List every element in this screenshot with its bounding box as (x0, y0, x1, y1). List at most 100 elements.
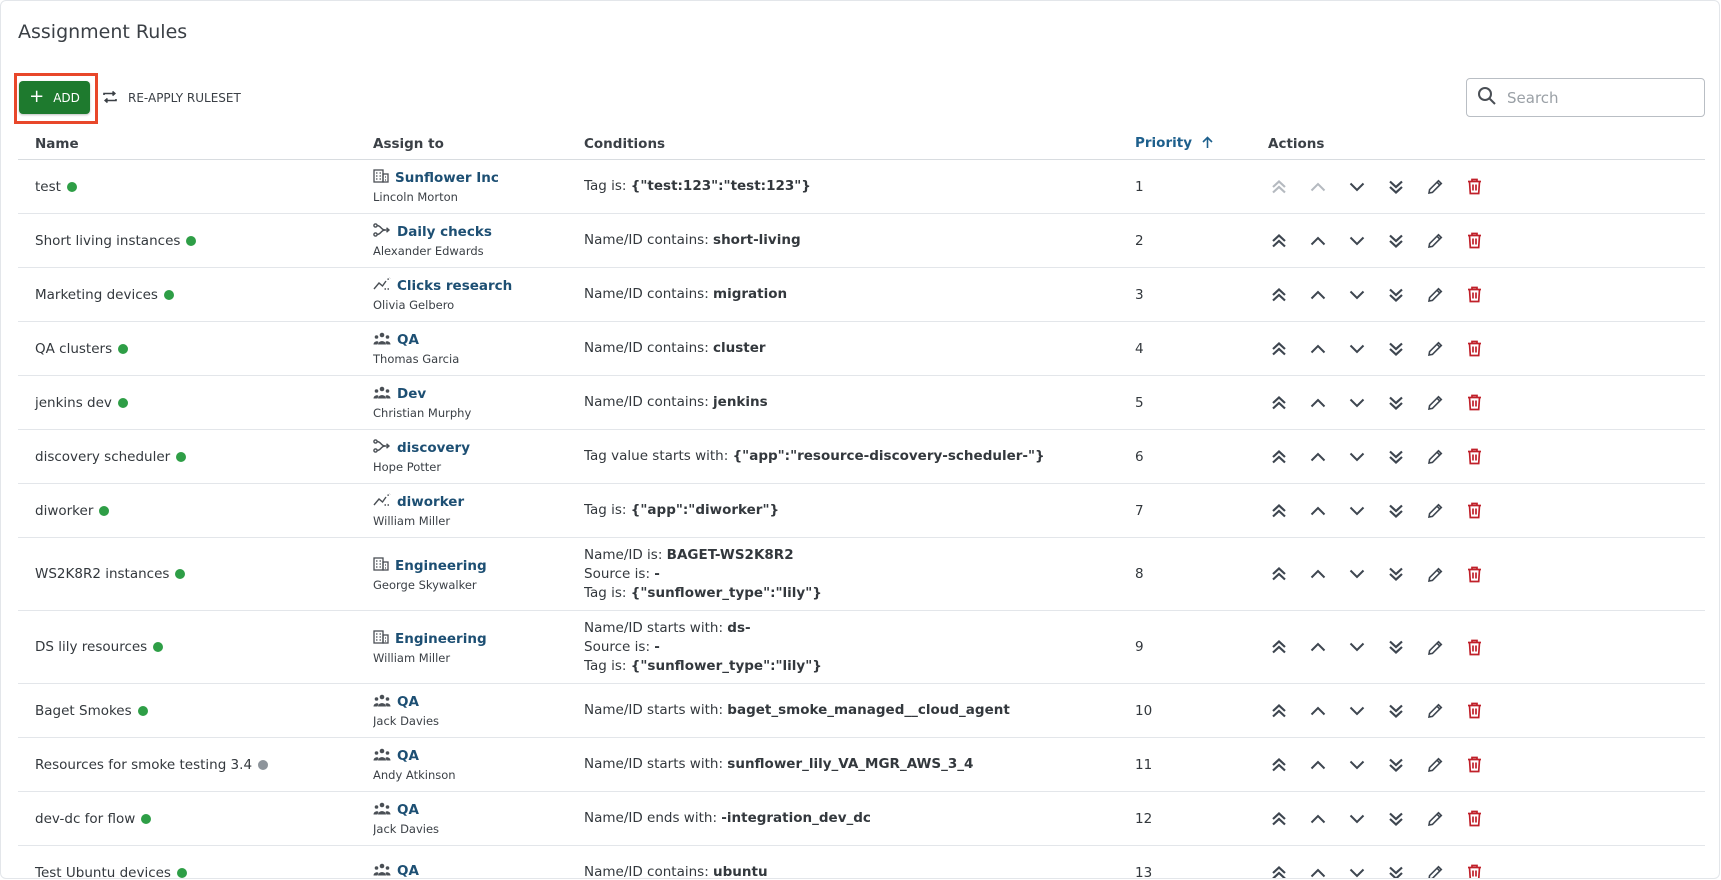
move-down-button[interactable] (1346, 176, 1368, 198)
delete-rule-button[interactable] (1463, 230, 1485, 252)
pool-link[interactable]: QA (397, 748, 419, 764)
move-to-bottom-button[interactable] (1385, 754, 1407, 776)
move-to-top-button[interactable] (1268, 563, 1290, 585)
edit-rule-button[interactable] (1424, 284, 1446, 306)
move-up-button[interactable] (1307, 500, 1329, 522)
trash-icon (1467, 448, 1482, 465)
edit-rule-button[interactable] (1424, 500, 1446, 522)
edit-rule-button[interactable] (1424, 700, 1446, 722)
delete-rule-button[interactable] (1463, 338, 1485, 360)
edit-rule-button[interactable] (1424, 808, 1446, 830)
move-to-bottom-button[interactable] (1385, 446, 1407, 468)
delete-rule-button[interactable] (1463, 700, 1485, 722)
delete-rule-button[interactable] (1463, 808, 1485, 830)
delete-rule-button[interactable] (1463, 636, 1485, 658)
move-up-button[interactable] (1307, 808, 1329, 830)
pool-link[interactable]: Clicks research (397, 278, 512, 294)
delete-rule-button[interactable] (1463, 176, 1485, 198)
move-down-button[interactable] (1346, 338, 1368, 360)
move-to-bottom-button[interactable] (1385, 338, 1407, 360)
move-to-top-button[interactable] (1268, 808, 1290, 830)
move-to-bottom-button[interactable] (1385, 392, 1407, 414)
delete-rule-button[interactable] (1463, 446, 1485, 468)
reapply-ruleset-button[interactable]: RE-APPLY RULESET (102, 87, 241, 109)
owner-name: William Miller (373, 650, 451, 665)
edit-rule-button[interactable] (1424, 392, 1446, 414)
move-down-button[interactable] (1346, 392, 1368, 414)
pool-link[interactable]: QA (397, 863, 419, 878)
move-down-button[interactable] (1346, 284, 1368, 306)
pool-link[interactable]: Dev (397, 386, 426, 402)
pool-link[interactable]: QA (397, 332, 419, 348)
move-up-button[interactable] (1307, 700, 1329, 722)
pool-link[interactable]: discovery (397, 440, 470, 456)
move-to-bottom-button[interactable] (1385, 500, 1407, 522)
edit-rule-button[interactable] (1424, 230, 1446, 252)
add-button[interactable]: + ADD (19, 81, 90, 114)
column-header-priority[interactable]: Priority (1135, 128, 1268, 160)
delete-rule-button[interactable] (1463, 754, 1485, 776)
pool-link[interactable]: QA (397, 694, 419, 710)
delete-rule-button[interactable] (1463, 563, 1485, 585)
move-down-button[interactable] (1346, 808, 1368, 830)
delete-rule-button[interactable] (1463, 284, 1485, 306)
move-down-button[interactable] (1346, 862, 1368, 879)
move-to-top-button[interactable] (1268, 284, 1290, 306)
move-to-top-button[interactable] (1268, 392, 1290, 414)
move-to-top-button[interactable] (1268, 754, 1290, 776)
move-to-bottom-button[interactable] (1385, 563, 1407, 585)
move-to-top-button[interactable] (1268, 500, 1290, 522)
move-to-bottom-button[interactable] (1385, 230, 1407, 252)
edit-rule-button[interactable] (1424, 446, 1446, 468)
move-up-button[interactable] (1307, 563, 1329, 585)
move-to-top-button[interactable] (1268, 862, 1290, 878)
move-up-button[interactable] (1307, 284, 1329, 306)
move-up-button[interactable] (1307, 392, 1329, 414)
assign-to-cell: QA Jack Davies (373, 791, 584, 846)
move-down-button[interactable] (1346, 754, 1368, 776)
move-to-top-button[interactable] (1268, 230, 1290, 252)
move-up-button[interactable] (1307, 862, 1329, 879)
move-to-bottom-button[interactable] (1385, 808, 1407, 830)
move-to-bottom-button[interactable] (1385, 700, 1407, 722)
move-down-button[interactable] (1346, 563, 1368, 585)
pool-link[interactable]: diworker (397, 494, 464, 510)
edit-rule-button[interactable] (1424, 563, 1446, 585)
move-to-top-button[interactable] (1268, 338, 1290, 360)
column-header-name[interactable]: Name (18, 128, 373, 160)
chevron-down-icon (1349, 449, 1365, 465)
edit-rule-button[interactable] (1424, 754, 1446, 776)
move-to-top-button[interactable] (1268, 446, 1290, 468)
move-to-bottom-button[interactable] (1385, 176, 1407, 198)
pool-link[interactable]: Daily checks (397, 224, 492, 240)
column-header-assign-to[interactable]: Assign to (373, 128, 584, 160)
pool-link[interactable]: Engineering (395, 631, 487, 647)
move-up-button[interactable] (1307, 754, 1329, 776)
move-up-button[interactable] (1307, 636, 1329, 658)
move-down-button[interactable] (1346, 636, 1368, 658)
move-to-top-button[interactable] (1268, 700, 1290, 722)
edit-rule-button[interactable] (1424, 338, 1446, 360)
move-down-button[interactable] (1346, 700, 1368, 722)
pool-link[interactable]: Engineering (395, 558, 487, 574)
delete-rule-button[interactable] (1463, 392, 1485, 414)
pool-link[interactable]: QA (397, 802, 419, 818)
move-up-button[interactable] (1307, 230, 1329, 252)
delete-rule-button[interactable] (1463, 862, 1485, 878)
move-down-button[interactable] (1346, 446, 1368, 468)
delete-rule-button[interactable] (1463, 500, 1485, 522)
pool-link[interactable]: Sunflower Inc (395, 170, 499, 186)
search-input[interactable] (1505, 87, 1689, 108)
move-down-button[interactable] (1346, 500, 1368, 522)
move-to-top-button[interactable] (1268, 636, 1290, 658)
edit-rule-button[interactable] (1424, 862, 1446, 878)
edit-rule-button[interactable] (1424, 636, 1446, 658)
move-to-bottom-button[interactable] (1385, 636, 1407, 658)
move-up-button[interactable] (1307, 446, 1329, 468)
move-to-bottom-button[interactable] (1385, 862, 1407, 878)
search-box[interactable] (1466, 78, 1705, 117)
edit-rule-button[interactable] (1424, 176, 1446, 198)
move-to-bottom-button[interactable] (1385, 284, 1407, 306)
move-down-button[interactable] (1346, 230, 1368, 252)
move-up-button[interactable] (1307, 338, 1329, 360)
